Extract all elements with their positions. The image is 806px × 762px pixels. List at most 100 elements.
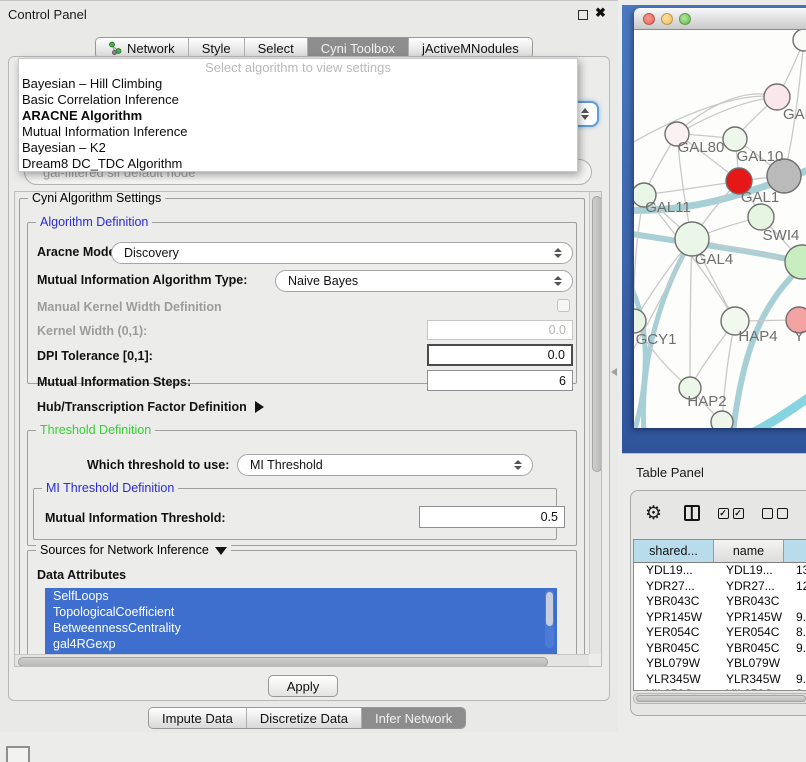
- collapsed-arrow-icon: [255, 401, 264, 413]
- float-window-icon[interactable]: [578, 10, 588, 20]
- threshold-definition-title: Threshold Definition: [36, 423, 155, 437]
- tab-label: jActiveMNodules: [422, 41, 519, 56]
- mi-type-combobox[interactable]: Naive Bayes: [275, 270, 573, 292]
- attributes-list-scrollbar[interactable]: [545, 590, 554, 648]
- algorithm-option[interactable]: Mutual Information Inference: [19, 124, 577, 140]
- close-icon[interactable]: ✖: [595, 5, 606, 21]
- table-row[interactable]: YLR345WYLR345W9.: [634, 672, 806, 688]
- mi-steps-label: Mutual Information Steps:: [37, 375, 191, 389]
- network-node-label: HAP2: [687, 393, 726, 410]
- tab-select[interactable]: Select: [245, 38, 308, 58]
- data-attributes-list[interactable]: SelfLoopsTopologicalCoefficientBetweenne…: [45, 588, 557, 654]
- table-row[interactable]: YBR045CYBR045C9.: [634, 641, 806, 657]
- column-header-2[interactable]: name: [714, 540, 784, 563]
- manual-kernel-checkbox[interactable]: [557, 299, 570, 312]
- mi-threshold-field[interactable]: 0.5: [419, 506, 565, 528]
- kernel-width-field[interactable]: 0.0: [427, 320, 573, 340]
- attribute-list-item[interactable]: TopologicalCoefficient: [45, 604, 557, 620]
- network-node[interactable]: [711, 411, 733, 428]
- column-header-1[interactable]: shared...: [634, 540, 714, 563]
- table-cell: 9.: [784, 672, 806, 688]
- settings-vertical-scrollbar[interactable]: [589, 192, 602, 654]
- table-cell: [784, 594, 806, 610]
- tab-jactivemnodules[interactable]: jActiveMNodules: [409, 38, 532, 58]
- sources-group-title: Sources for Network Inference: [36, 543, 231, 557]
- dpi-tolerance-label: DPI Tolerance [0,1]:: [37, 349, 153, 363]
- table-cell: YBR043C: [634, 594, 714, 610]
- tab-cyni-toolbox[interactable]: Cyni Toolbox: [308, 38, 409, 58]
- table-row[interactable]: YIL052CYIL052C9.: [634, 687, 806, 691]
- mi-threshold-label: Mutual Information Threshold:: [45, 511, 226, 525]
- scrollbar-thumb[interactable]: [546, 592, 553, 626]
- tab-style[interactable]: Style: [189, 38, 245, 58]
- network-edge[interactable]: [750, 394, 806, 428]
- network-view-window: GALGAL80GAL10GAL1GAL11SWI4GAL4GCY1HAP4YH…: [634, 8, 806, 428]
- network-node-label: GAL80: [678, 139, 725, 156]
- table-row[interactable]: YBL079WYBL079W: [634, 656, 806, 672]
- scrollbar-thumb[interactable]: [592, 196, 602, 472]
- algorithm-option[interactable]: Dream8 DC_TDC Algorithm: [19, 156, 577, 172]
- scrollbar-thumb[interactable]: [636, 695, 806, 702]
- network-node-label: GAL: [783, 106, 806, 123]
- table-row[interactable]: YER054CYER054C8.: [634, 625, 806, 641]
- table-cell: YPR145W: [714, 610, 784, 626]
- attribute-list-item[interactable]: BetweennessCentrality: [45, 620, 557, 636]
- hub-definition-toggle[interactable]: Hub/Transcription Factor Definition: [37, 400, 264, 414]
- attribute-list-item[interactable]: SelfLoops: [45, 588, 557, 604]
- column-header-3[interactable]: A: [784, 540, 806, 563]
- algorithm-option[interactable]: Bayesian – Hill Climbing: [19, 76, 577, 92]
- network-edge[interactable]: [644, 181, 739, 195]
- table-row[interactable]: YDL19...YDL19...13: [634, 563, 806, 579]
- network-node-label: SWI4: [763, 227, 800, 244]
- tab-infer-network[interactable]: Infer Network: [362, 708, 465, 728]
- network-canvas[interactable]: GALGAL80GAL10GAL1GAL11SWI4GAL4GCY1HAP4YH…: [634, 30, 806, 428]
- tab-impute-data[interactable]: Impute Data: [149, 708, 247, 728]
- algorithm-dropdown-placeholder: Select algorithm to view settings: [19, 59, 577, 76]
- table-cell: YER054C: [634, 625, 714, 641]
- control-panel-title: Control Panel: [8, 7, 87, 22]
- split-columns-icon[interactable]: [684, 505, 700, 521]
- mi-steps-value: 6: [559, 374, 566, 388]
- splitpane-collapse-icon[interactable]: [611, 368, 617, 376]
- aracne-mode-combobox[interactable]: Discovery: [111, 242, 573, 264]
- window-close-traffic-icon[interactable]: [643, 13, 655, 25]
- algorithm-option[interactable]: Bayesian – K2: [19, 140, 577, 156]
- table-row[interactable]: YPR145WYPR145W9.: [634, 610, 806, 626]
- gear-icon[interactable]: ⚙: [645, 504, 662, 523]
- network-node-label: GAL10: [737, 148, 784, 165]
- table-horizontal-scrollbar[interactable]: [633, 693, 806, 704]
- attribute-list-item[interactable]: gal4RGexp: [45, 636, 557, 652]
- table-row[interactable]: YBR043CYBR043C: [634, 594, 806, 610]
- mi-steps-field[interactable]: 6: [427, 370, 573, 391]
- network-edge[interactable]: [690, 239, 692, 388]
- network-node[interactable]: [785, 245, 806, 279]
- scrollbar-thumb[interactable]: [18, 657, 548, 667]
- settings-horizontal-scrollbar[interactable]: [15, 654, 589, 667]
- kernel-width-value: 0.0: [549, 323, 566, 337]
- table-cell: 9.: [784, 610, 806, 626]
- node-attribute-table[interactable]: shared...nameA YDL19...YDL19...13YDR27..…: [633, 539, 806, 691]
- checked-pair-icon[interactable]: ✓✓: [718, 508, 744, 519]
- tab-discretize-data[interactable]: Discretize Data: [247, 708, 362, 728]
- algorithm-option[interactable]: Basic Correlation Inference: [19, 92, 577, 108]
- network-node[interactable]: [793, 30, 806, 51]
- dpi-tolerance-field[interactable]: 0.0: [427, 344, 573, 366]
- which-threshold-combobox[interactable]: MI Threshold: [237, 454, 533, 476]
- table-row[interactable]: YDR27...YDR27...12: [634, 579, 806, 595]
- minimized-panel-icon[interactable]: [6, 746, 30, 762]
- network-edge[interactable]: [677, 97, 777, 134]
- table-cell: 9.: [784, 641, 806, 657]
- window-minimize-traffic-icon[interactable]: [661, 13, 673, 25]
- expanded-arrow-icon: [215, 547, 227, 555]
- spinner-up-icon: [581, 108, 589, 113]
- apply-button[interactable]: Apply: [268, 675, 338, 697]
- tab-network[interactable]: Network: [96, 38, 189, 58]
- table-cell: 13: [784, 563, 806, 579]
- algorithm-option[interactable]: ARACNE Algorithm: [19, 108, 577, 124]
- network-node-label: Y: [794, 328, 804, 345]
- tab-label: Infer Network: [375, 711, 452, 726]
- network-window-titlebar[interactable]: [634, 8, 806, 30]
- window-zoom-traffic-icon[interactable]: [679, 13, 691, 25]
- table-cell: [784, 656, 806, 672]
- unchecked-pair-icon[interactable]: [762, 508, 788, 519]
